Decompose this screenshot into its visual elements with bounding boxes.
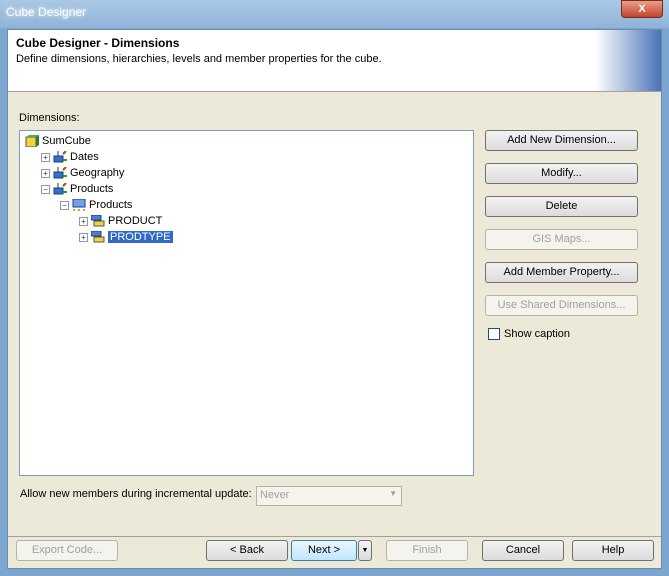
tree-node-label: SumCube — [42, 135, 91, 147]
help-button[interactable]: Help — [572, 540, 654, 561]
wizard-header: Cube Designer - Dimensions Define dimens… — [8, 30, 661, 92]
chevron-down-icon: ▼ — [389, 489, 397, 498]
gis-maps-button[interactable]: GIS Maps... — [485, 229, 638, 250]
allow-new-members-select[interactable]: Never ▼ — [256, 486, 402, 506]
window-title: Cube Designer — [6, 5, 87, 19]
export-code-button[interactable]: Export Code... — [16, 540, 118, 561]
checkbox-box[interactable] — [488, 328, 500, 340]
tree-node-label: Products — [89, 199, 133, 211]
cancel-button[interactable]: Cancel — [482, 540, 564, 561]
title-bar: Cube Designer X — [0, 0, 669, 28]
tree-node-label: Geography — [70, 167, 125, 179]
use-shared-dimensions-button[interactable]: Use Shared Dimensions... — [485, 295, 638, 316]
dimensions-label: Dimensions: — [19, 112, 80, 124]
level-icon — [88, 215, 108, 227]
finish-button[interactable]: Finish — [386, 540, 468, 561]
collapse-icon[interactable]: − — [41, 184, 50, 194]
tree-node-label: Dates — [70, 151, 99, 163]
dimensions-tree[interactable]: SumCube + Dates + Geography − Products − Product… — [19, 130, 474, 476]
tree-node[interactable]: + PRODTYPE — [79, 229, 173, 245]
select-value: Never — [260, 489, 290, 501]
dialog: Cube Designer - Dimensions Define dimens… — [7, 29, 662, 569]
page-subtitle: Define dimensions, hierarchies, levels a… — [16, 53, 382, 65]
tree-node-label: PRODTYPE — [108, 231, 173, 243]
cube-icon — [22, 135, 42, 148]
next-dropdown-button[interactable]: ▼ — [358, 540, 372, 561]
footer-divider — [8, 536, 661, 537]
tree-node[interactable]: SumCube — [22, 133, 91, 149]
expand-icon[interactable]: + — [79, 216, 88, 226]
page-title: Cube Designer - Dimensions — [16, 36, 180, 50]
tree-node[interactable]: + Dates — [41, 149, 99, 165]
expand-icon[interactable]: + — [41, 168, 50, 178]
tree-node-label: PRODUCT — [108, 215, 163, 227]
back-button[interactable]: < Back — [206, 540, 288, 561]
level-icon — [88, 231, 108, 243]
close-button[interactable]: X — [621, 0, 663, 18]
hierarchy-icon — [69, 199, 89, 212]
show-caption-checkbox[interactable]: Show caption — [488, 328, 570, 340]
next-button[interactable]: Next > — [291, 540, 357, 561]
add-member-property-button[interactable]: Add Member Property... — [485, 262, 638, 283]
dimension-icon — [50, 151, 70, 163]
collapse-icon[interactable]: − — [60, 200, 69, 210]
tree-node[interactable]: + PRODUCT — [79, 213, 162, 229]
show-caption-label: Show caption — [504, 328, 571, 340]
tree-node[interactable]: − Products — [41, 181, 113, 197]
dimension-icon — [50, 167, 70, 179]
add-new-dimension-button[interactable]: Add New Dimension... — [485, 130, 638, 151]
expand-icon[interactable]: + — [41, 152, 50, 162]
dimension-icon — [50, 183, 70, 195]
delete-button[interactable]: Delete — [485, 196, 638, 217]
expand-icon[interactable]: + — [79, 232, 88, 242]
modify-button[interactable]: Modify... — [485, 163, 638, 184]
tree-node[interactable]: + Geography — [41, 165, 124, 181]
tree-node[interactable]: − Products — [60, 197, 132, 213]
allow-new-members-label: Allow new members during incremental upd… — [20, 488, 252, 500]
chevron-down-icon: ▼ — [361, 547, 369, 554]
tree-node-label: Products — [70, 183, 114, 195]
